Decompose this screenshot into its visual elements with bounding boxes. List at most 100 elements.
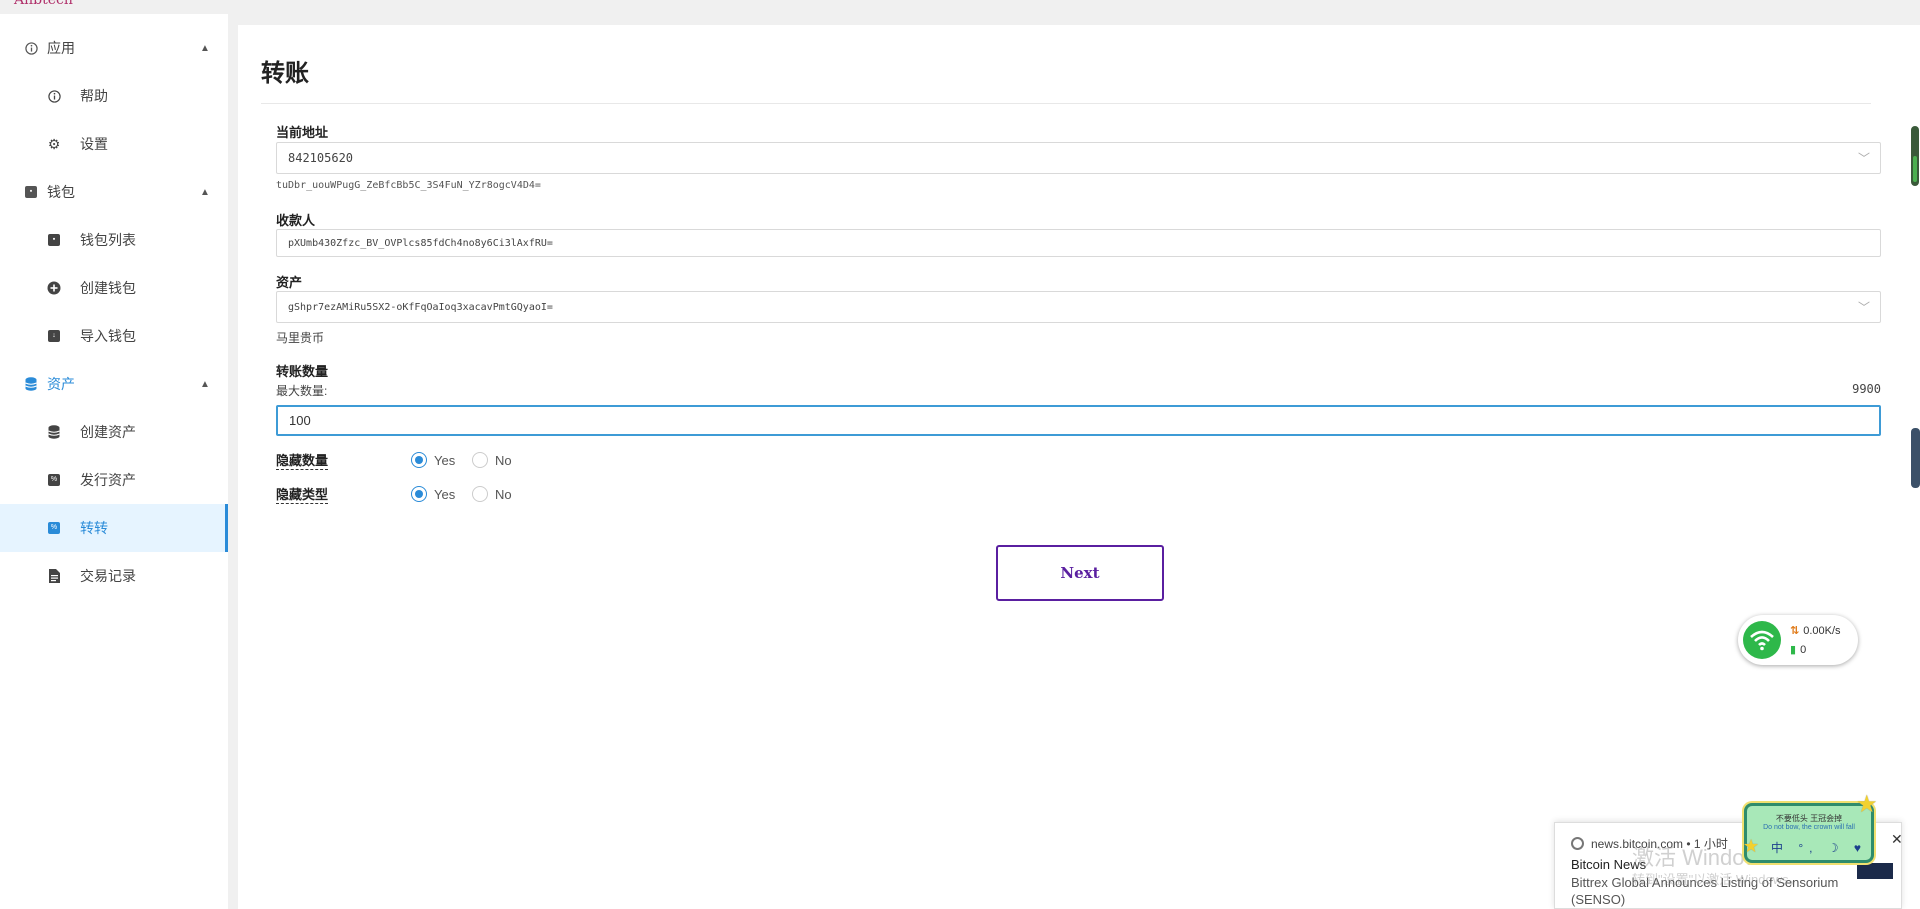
wallet-icon: ▪ <box>24 185 38 199</box>
sidebar-item-wallet-list[interactable]: ▪ 钱包列表 <box>0 216 228 264</box>
asset-select[interactable]: gShpr7ezAMiRu5SX2-oKfFqOaIoq3xacavPmtGQy… <box>276 291 1881 323</box>
max-amount-value: 9900 <box>1852 382 1881 396</box>
current-address-hash: tuDbr_uouWPugG_ZeBfcBb5C_3S4FuN_YZr8ogcV… <box>276 180 541 191</box>
speed-value: 0.00K/s <box>1803 625 1841 637</box>
sidebar-item-label: 帮助 <box>80 88 108 104</box>
close-icon[interactable]: ✕ <box>1891 831 1903 848</box>
scrollbar-indicator <box>1913 156 1917 182</box>
divider <box>261 103 1871 104</box>
star-icon: ★ <box>1856 791 1878 818</box>
sticker-symbols: 中 °, ☽ ♥ <box>1771 841 1868 855</box>
hide-amount-no-radio[interactable]: No <box>472 452 512 468</box>
sidebar-item-help[interactable]: 帮助 <box>0 72 228 120</box>
network-speed-widget[interactable]: ⇅ 0.00K/s ▮ 0 <box>1738 615 1858 665</box>
asset-value: gShpr7ezAMiRu5SX2-oKfFqOaIoq3xacavPmtGQy… <box>288 301 553 313</box>
chevron-up-icon: ▲ <box>200 42 210 54</box>
sidebar: 应用 ▲ 帮助 ⚙ 设置 ▪ 钱包 ▲ ▪ 钱包列表 创建钱包 ↓ 导入钱包 资… <box>0 14 228 909</box>
sidebar-item-create-wallet[interactable]: 创建钱包 <box>0 264 228 312</box>
sidebar-item-settings[interactable]: ⚙ 设置 <box>0 120 228 168</box>
sidebar-group-apps[interactable]: 应用 ▲ <box>0 24 228 72</box>
sidebar-item-label: 创建钱包 <box>80 280 136 296</box>
scrollbar-thumb[interactable] <box>1911 126 1919 186</box>
radio-label: No <box>495 486 512 502</box>
desktop-sticker[interactable]: 不要低头 王冠会掉 Do not bow, the crown will fal… <box>1744 803 1874 863</box>
chevron-down-icon: ﹀ <box>1857 300 1870 315</box>
database-icon <box>24 377 38 391</box>
import-icon: ↓ <box>47 329 61 343</box>
sidebar-item-label: 交易记录 <box>80 568 136 584</box>
current-address-select[interactable]: 842105620 ﹀ <box>276 142 1881 174</box>
hide-type-yes-radio[interactable]: Yes <box>411 486 455 502</box>
sticker-text: 不要低头 王冠会掉 <box>1775 814 1843 823</box>
star-icon: ★ <box>1743 836 1760 856</box>
sidebar-group-label: 钱包 <box>47 184 75 200</box>
network-speed: ⇅ 0.00K/s <box>1790 624 1841 637</box>
payee-value: pXUmb430Zfzc_BV_OVPlcs85fdCh4no8y6Ci3lAx… <box>288 237 553 249</box>
current-address-value: 842105620 <box>288 151 354 165</box>
transfer-panel: 转账 当前地址 842105620 ﹀ tuDbr_uouWPugG_ZeBfc… <box>238 25 1920 909</box>
sticker-subtext: Do not bow, the crown will fall <box>1763 824 1855 831</box>
document-icon <box>47 569 61 583</box>
max-amount-label: 最大数量: <box>276 384 328 398</box>
asset-name: 马里贵币 <box>276 331 325 345</box>
amount-input[interactable]: 100 <box>276 405 1881 436</box>
sidebar-item-label: 发行资产 <box>80 472 136 488</box>
sidebar-item-label: 创建资产 <box>80 424 136 440</box>
chevron-up-icon: ▲ <box>200 378 210 390</box>
hide-amount-label: 隐藏数量 <box>276 453 329 470</box>
sidebar-group-label: 应用 <box>47 40 75 56</box>
updown-arrows-icon: ⇅ <box>1790 625 1800 637</box>
sidebar-item-import-wallet[interactable]: ↓ 导入钱包 <box>0 312 228 360</box>
amount-value: 100 <box>289 413 311 428</box>
sidebar-item-create-asset[interactable]: 创建资产 <box>0 408 228 456</box>
sidebar-item-label: 导入钱包 <box>80 328 136 344</box>
current-address-label: 当前地址 <box>276 125 329 140</box>
page-title: 转账 <box>261 60 309 87</box>
chevron-down-icon: ﹀ <box>1857 151 1870 166</box>
wallet-icon: ▪ <box>47 233 61 247</box>
top-bar: Anbtech <box>0 0 1920 14</box>
asset-label: 资产 <box>276 275 303 290</box>
sidebar-item-transfer[interactable]: % 转转 <box>0 504 228 552</box>
radio-label: Yes <box>434 486 456 502</box>
radio-checked-icon <box>411 486 427 502</box>
sidebar-item-transactions[interactable]: 交易记录 <box>0 552 228 600</box>
count-value: 0 <box>1800 644 1807 656</box>
sidebar-group-label: 资产 <box>47 376 75 392</box>
sidebar-item-issue-asset[interactable]: % 发行资产 <box>0 456 228 504</box>
wifi-icon <box>1743 621 1781 659</box>
info-icon <box>47 89 61 103</box>
max-amount-row: 最大数量: 9900 <box>276 382 1881 399</box>
gear-icon: ⚙ <box>47 135 61 152</box>
transfer-icon: % <box>47 521 61 535</box>
radio-label: No <box>495 452 512 468</box>
plus-circle-icon <box>47 281 61 295</box>
activation-watermark-sub: 转到"设置"以激活 Windows。 <box>1632 872 1802 887</box>
radio-unchecked-icon <box>472 486 488 502</box>
sidebar-item-label: 设置 <box>80 136 108 152</box>
chevron-up-icon: ▲ <box>200 186 210 198</box>
brand-logo: Anbtech <box>14 0 73 8</box>
network-count: ▮ 0 <box>1790 643 1806 656</box>
sidebar-group-wallet[interactable]: ▪ 钱包 ▲ <box>0 168 228 216</box>
hide-type-no-radio[interactable]: No <box>472 486 512 502</box>
hide-type-label: 隐藏类型 <box>276 487 329 504</box>
sidebar-group-assets[interactable]: 资产 ▲ <box>0 360 228 408</box>
info-icon <box>24 41 38 55</box>
next-button[interactable]: Next <box>996 545 1164 601</box>
radio-checked-icon <box>411 452 427 468</box>
database-icon <box>47 425 61 439</box>
sidebar-item-label: 转转 <box>80 520 108 536</box>
radio-label: Yes <box>434 452 456 468</box>
hide-amount-yes-radio[interactable]: Yes <box>411 452 455 468</box>
amount-label: 转账数量 <box>276 364 329 379</box>
payee-input[interactable]: pXUmb430Zfzc_BV_OVPlcs85fdCh4no8y6Ci3lAx… <box>276 229 1881 257</box>
battery-icon: ▮ <box>1790 644 1797 656</box>
issue-icon: % <box>47 473 61 487</box>
notification-thumbnail <box>1857 863 1893 879</box>
payee-label: 收款人 <box>276 213 316 228</box>
radio-unchecked-icon <box>472 452 488 468</box>
chrome-icon <box>1571 837 1584 850</box>
sidebar-item-label: 钱包列表 <box>80 232 136 248</box>
side-handle[interactable] <box>1911 428 1920 488</box>
